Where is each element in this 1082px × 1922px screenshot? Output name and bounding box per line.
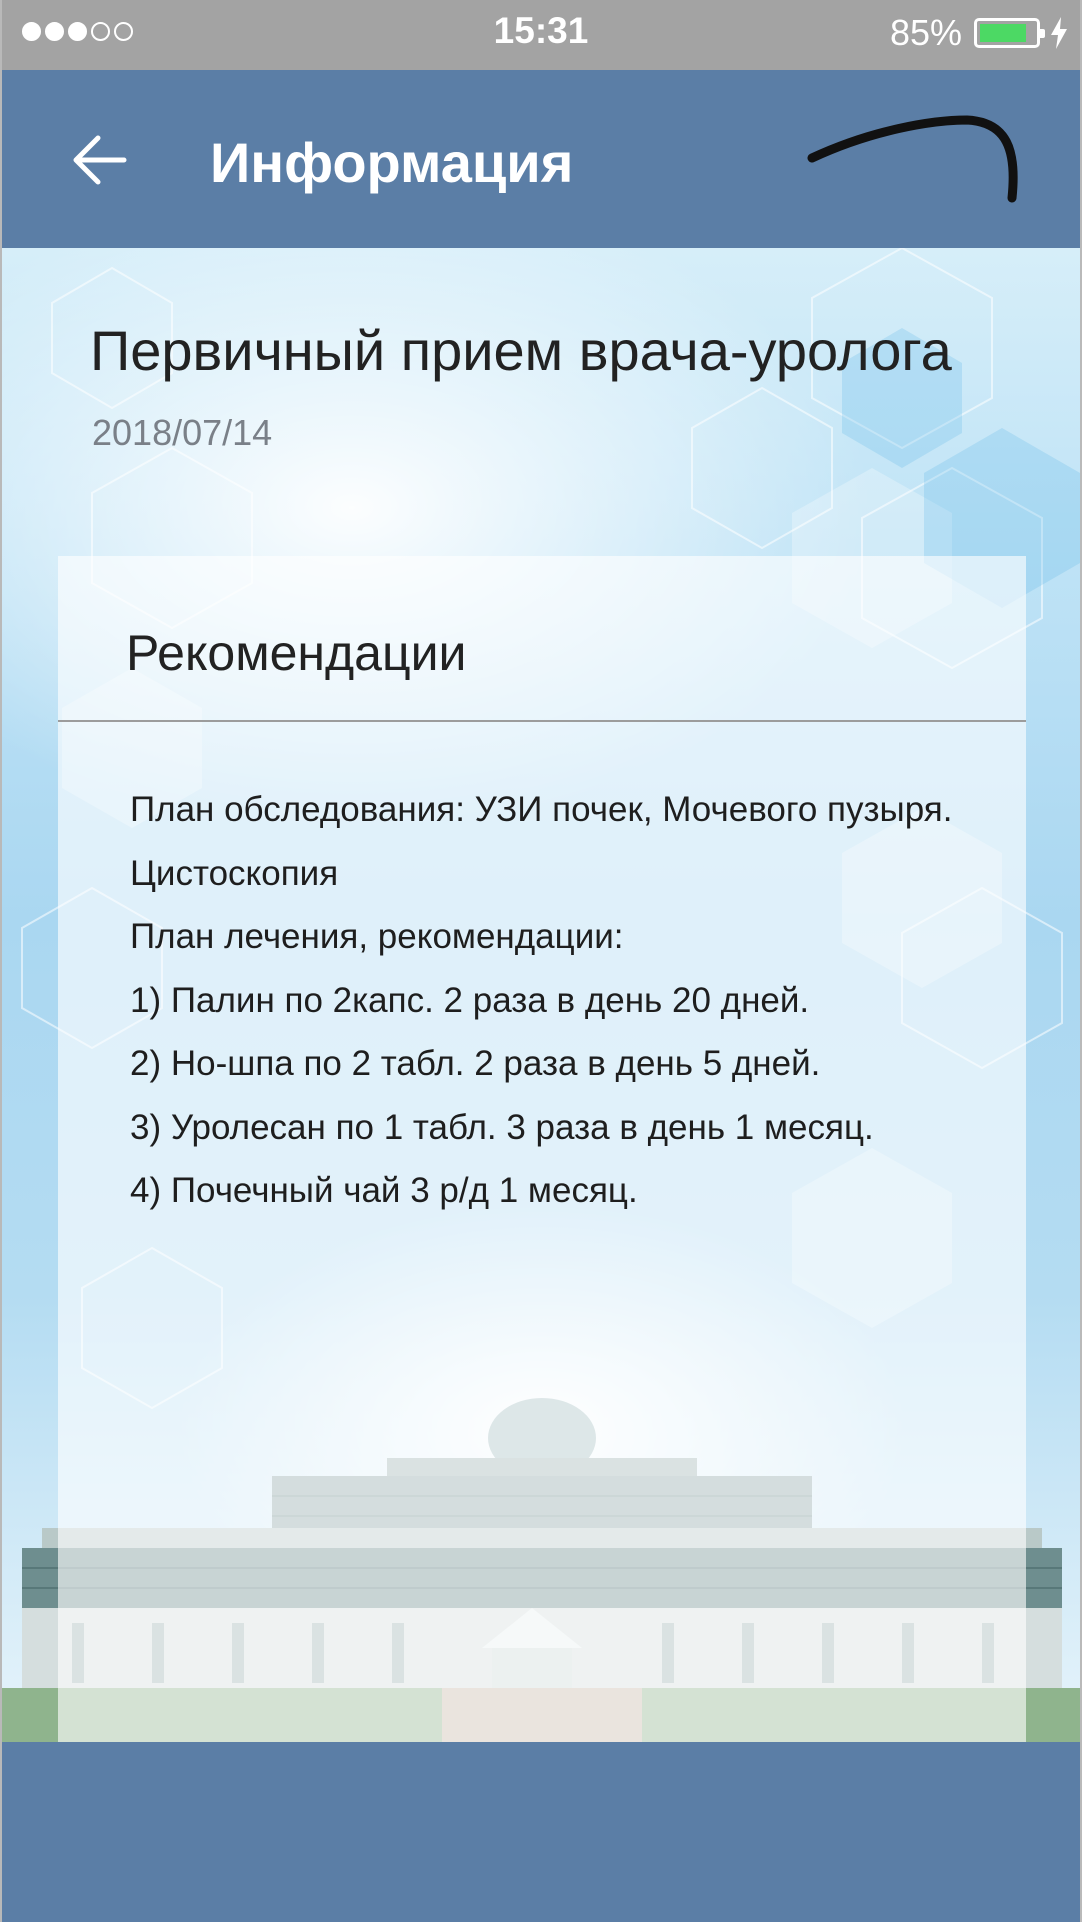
- bottom-bar: [2, 1742, 1080, 1922]
- recommendation-line: Цистоскопия: [130, 853, 339, 893]
- content-area: Первичный прием врача-уролога 2018/07/14: [2, 248, 1080, 1742]
- recommendation-line: План обследования: УЗИ почек, Мочевого п…: [130, 790, 953, 829]
- document-date: 2018/07/14: [92, 412, 273, 453]
- app-header: Информация: [2, 70, 1080, 248]
- recommendation-line: 2) Но-шпа по 2 табл. 2 раза в день 5 дне…: [130, 1044, 821, 1083]
- pen-scribble-mark: [807, 115, 1018, 203]
- page-title: Информация: [210, 131, 574, 194]
- card-heading: Рекомендации: [126, 625, 467, 681]
- charging-bolt-icon: [1051, 17, 1067, 49]
- phone-screen: 15:31 85% Информация Первичный прием вра…: [2, 0, 1080, 1922]
- recommendations-text: План обследования: УЗИ почек, Мочевого п…: [130, 778, 1016, 1223]
- battery-percent: 85%: [889, 12, 962, 53]
- recommendation-line: 1) Палин по 2капс. 2 раза в день 20 дней…: [130, 980, 810, 1020]
- recommendation-line: План лечения, рекомендации:: [130, 917, 624, 956]
- recommendations-card: Рекомендации План обследования: УЗИ поче…: [58, 556, 1026, 1742]
- battery-icon: [974, 18, 1045, 48]
- document-title: Первичный прием врача-уролога: [90, 319, 952, 382]
- divider: [58, 720, 1026, 722]
- recommendation-line: 4) Почечный чай 3 р/д 1 месяц.: [130, 1171, 638, 1210]
- recommendation-line: 3) Уролесан по 1 табл. 3 раза в день 1 м…: [130, 1107, 874, 1147]
- status-bar: 15:31 85%: [2, 0, 1080, 70]
- back-arrow-icon[interactable]: [70, 130, 130, 190]
